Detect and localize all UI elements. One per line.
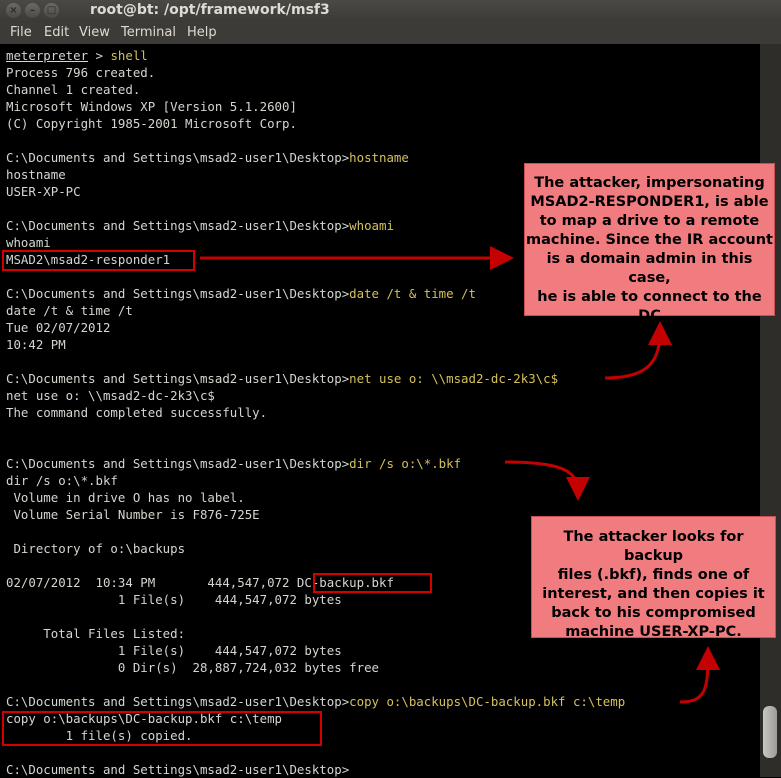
arrow-from-callout2 <box>679 646 720 704</box>
arrow-to-dir-output <box>504 460 590 501</box>
arrow-from-callout1 <box>604 321 672 380</box>
annotation-arrows <box>200 246 720 704</box>
